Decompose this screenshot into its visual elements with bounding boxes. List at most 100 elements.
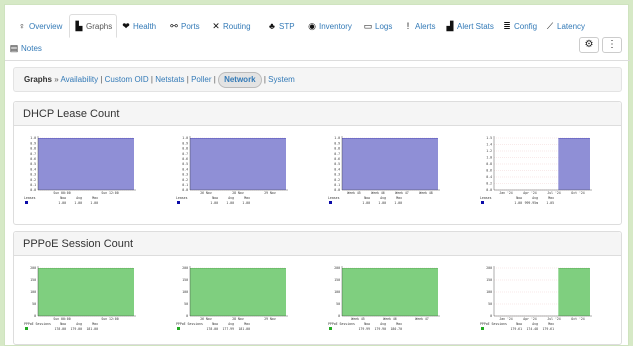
- graph-1[interactable]: 1.0 0.9 0.8 0.7 0.6 0.5 0.4 0.3 0.2 0.1 0.0 Sun 00:…: [20, 134, 144, 214]
- x-tick-label: Jan '24: [499, 191, 513, 195]
- graph-image[interactable]: 1.00.9 0.80.70.60.50.4 0.30.20.10.0 Week 45…: [324, 134, 448, 214]
- graph-4[interactable]: 200 150 100 50 0 Jan '24 Apr '24 Jul '24 Oct '24…: [476, 264, 600, 340]
- legend-swatch: [481, 201, 484, 204]
- graph-image[interactable]: 200 150 100 50 0 Week 45 Week 46 Week 47 PPPoE S…: [324, 264, 448, 340]
- y-tick-label: 1.0: [182, 136, 188, 140]
- graph-image[interactable]: 1.00.9 0.80.70.60.50.4 0.30.20.10.0 26 Nov 2…: [172, 134, 296, 214]
- legend-value: 1.00: [74, 201, 82, 205]
- breadcrumb-link[interactable]: System: [268, 75, 295, 84]
- x-tick-label: Sun 12:00: [101, 191, 118, 195]
- tab-overview[interactable]: ♀ Overview: [17, 17, 63, 35]
- settings-button[interactable]: ⚙: [579, 37, 599, 53]
- x-tick-label: Week 48: [419, 191, 433, 195]
- tab-stp[interactable]: ♣ STP: [267, 17, 295, 35]
- tab-latency[interactable]: ⟋ Latency: [545, 17, 585, 35]
- tab-alerts[interactable]: ! Alerts: [403, 17, 436, 35]
- page-frame: ♀ Overview ▙ Graphs ❤ Health ⚯ Ports ✕ Routing ♣ ST…: [4, 4, 630, 346]
- y-tick-label: 1.0: [30, 136, 36, 140]
- breadcrumb-link[interactable]: Custom OID: [105, 75, 149, 84]
- legend-value: 179.61: [510, 327, 522, 331]
- graph-image[interactable]: 200 150 100 50 0 Sun 00:00 Sun 12:00 PPPoE Sess…: [20, 264, 144, 340]
- legend-series-name: PPPoE Sessions: [480, 322, 507, 326]
- legend-column-header: Now: [60, 322, 66, 326]
- y-tick-label: 0.0: [30, 188, 36, 192]
- data-area: [558, 268, 590, 316]
- log-icon: ▭: [363, 21, 373, 31]
- tab-notes[interactable]: ▤ Notes: [9, 39, 42, 57]
- data-area: [342, 268, 438, 316]
- y-tick-label: 0.8: [182, 147, 188, 151]
- graph-image[interactable]: 200 150 100 50 0 26 Nov 28 Nov 29 Nov PPPoE Sess…: [172, 264, 296, 340]
- gear-icon: ⚙: [584, 39, 594, 50]
- y-tick-label: 0.7: [182, 152, 188, 156]
- breadcrumb-active-link[interactable]: Network: [218, 72, 262, 88]
- x-tick-label: Sun 12:00: [101, 317, 118, 321]
- legend-swatch: [329, 201, 332, 204]
- legend-swatch: [481, 327, 484, 330]
- y-tick-label: 0.6: [486, 169, 492, 173]
- tab-config[interactable]: ≣ Config: [502, 17, 537, 35]
- tab-label: Latency: [557, 22, 586, 31]
- graph-1[interactable]: 200 150 100 50 0 Sun 00:00 Sun 12:00 PPPoE Sess…: [20, 264, 144, 340]
- legend-column-header: Max: [548, 196, 554, 200]
- tab-label: Logs: [375, 22, 393, 31]
- y-tick-label: 0: [338, 314, 340, 318]
- legend-value: 179.00: [70, 327, 82, 331]
- graph-image[interactable]: 1.00.9 0.80.70.60.50.4 0.30.20.10.0 Sun 00:…: [20, 134, 144, 214]
- link-icon: ⚯: [170, 21, 178, 31]
- x-tick-label: Week 47: [415, 317, 429, 321]
- tab-routing[interactable]: ✕ Routing: [211, 17, 250, 35]
- breadcrumb-link[interactable]: Availability: [60, 75, 98, 84]
- legend-value: 1.00: [394, 201, 402, 205]
- y-tick-label: 0.9: [182, 141, 188, 145]
- legend-swatch: [177, 201, 180, 204]
- graph-2[interactable]: 200 150 100 50 0 26 Nov 28 Nov 29 Nov PPPoE Sess…: [172, 264, 296, 340]
- legend-column-header: Now: [364, 322, 370, 326]
- y-tick-label: 1.4: [486, 143, 492, 147]
- tab-alert-stats[interactable]: ▟ Alert Stats: [445, 17, 494, 35]
- y-tick-label: 0: [490, 314, 492, 318]
- graph-image[interactable]: 200 150 100 50 0 Jan '24 Apr '24 Jul '24 Oct '24…: [476, 264, 600, 340]
- area-chart-icon: ▙: [75, 21, 83, 31]
- tab-inventory[interactable]: ◉ Inventory: [307, 17, 352, 35]
- tab-label: Alerts: [415, 22, 436, 31]
- y-tick-label: 0.5: [334, 162, 340, 166]
- legend-column-header: Max: [244, 322, 250, 326]
- breadcrumb-link[interactable]: Poller: [191, 75, 211, 84]
- x-tick-label: 29 Nov: [264, 317, 276, 321]
- y-tick-label: 0.2: [486, 182, 492, 186]
- panel-title: PPPoE Session Count: [14, 232, 621, 256]
- legend-value: 1.00: [226, 201, 234, 205]
- tab-logs[interactable]: ▭ Logs: [363, 17, 393, 35]
- data-area: [342, 138, 438, 190]
- toolbar: ⚙ ⋮: [576, 37, 622, 53]
- y-tick-label: 150: [30, 278, 36, 282]
- cube-icon: ◉: [308, 21, 316, 31]
- tab-ports[interactable]: ⚯ Ports: [169, 17, 200, 35]
- tab-label: Ports: [181, 22, 200, 31]
- x-tick-label: Week 46: [371, 191, 385, 195]
- y-tick-label: 0.1: [182, 183, 188, 187]
- panel-dhcp-lease-count: DHCP Lease Count 1.0 0.9 0.8 0.7 0.6 0.5 0.4 0.…: [13, 101, 622, 225]
- legend-value: 1.00: [514, 201, 522, 205]
- graph-3[interactable]: 200 150 100 50 0 Week 45 Week 46 Week 47 PPPoE S…: [324, 264, 448, 340]
- panel-title: DHCP Lease Count: [14, 102, 621, 126]
- y-tick-label: 0.2: [334, 178, 340, 182]
- legend-swatch: [329, 327, 332, 330]
- tab-health[interactable]: ❤ Health: [121, 17, 156, 35]
- legend-column-header: Avg: [76, 322, 82, 326]
- breadcrumb-link[interactable]: Netstats: [155, 75, 184, 84]
- tab-graphs[interactable]: ▙ Graphs: [69, 14, 118, 38]
- graph-2[interactable]: 1.0 0.9 0.8 0.7 0.6 0.5 0.4 0.3 0.2 0.1 0.0 26 Nov 2…: [172, 134, 296, 214]
- graph-4[interactable]: 1.5 1.4 1.2 1.0 0.8 0.6 0.4 0.2 0.0 Jan '24 Apr '2…: [476, 134, 600, 214]
- more-options-button[interactable]: ⋮: [602, 37, 622, 53]
- x-tick-label: Sun 00:00: [53, 317, 70, 321]
- graph-3[interactable]: 1.0 0.9 0.8 0.7 0.6 0.5 0.4 0.3 0.2 0.1 0.0 Week 45…: [324, 134, 448, 214]
- legend-column-header: Now: [516, 196, 522, 200]
- y-tick-label: 0.6: [334, 157, 340, 161]
- exclamation-circle-icon: !: [406, 21, 410, 31]
- y-tick-label: 100: [182, 290, 188, 294]
- legend-series-name: Leases: [176, 196, 188, 200]
- x-tick-label: Week 46: [383, 317, 397, 321]
- graph-image[interactable]: 1.5 1.4 1.2 1.0 0.8 0.6 0.4 0.2 0.0 Jan '24 Apr '2…: [476, 134, 600, 214]
